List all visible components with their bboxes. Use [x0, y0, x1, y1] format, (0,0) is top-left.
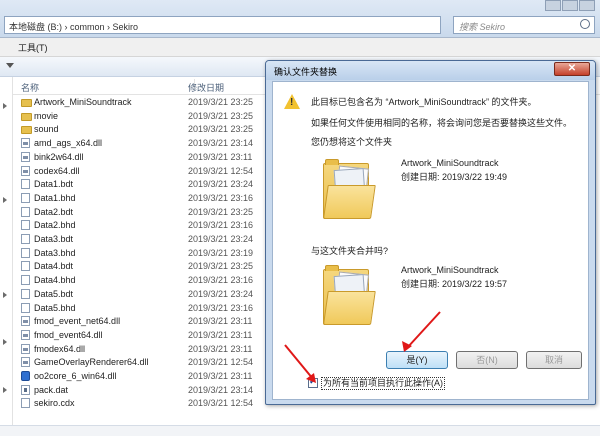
arrow-to-checkbox-icon	[284, 344, 316, 383]
annotation-arrows	[284, 311, 441, 383]
arrow-to-yes-button-icon	[402, 311, 441, 352]
